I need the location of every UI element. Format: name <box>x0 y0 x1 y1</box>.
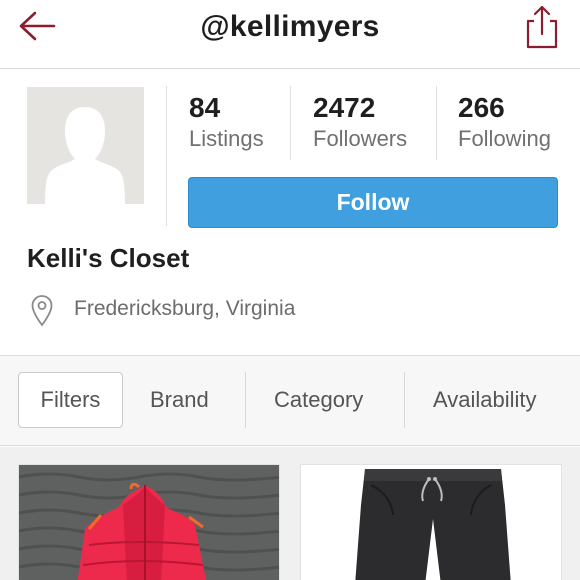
share-button[interactable] <box>522 4 562 50</box>
listing-card[interactable] <box>300 464 562 580</box>
page-title: @kellimyers <box>200 10 380 43</box>
top-nav-bar: @kellimyers <box>0 0 580 69</box>
category-filter[interactable]: Category <box>274 372 363 428</box>
listing-image-black-pants <box>301 465 561 580</box>
listing-card[interactable] <box>18 464 280 580</box>
stat-listings[interactable]: 84 Listings <box>189 92 264 153</box>
stat-following[interactable]: 266 Following <box>458 92 551 153</box>
filter-bar: Filters Brand Category Availability <box>0 356 580 446</box>
location-pin-icon <box>31 295 53 327</box>
stat-divider <box>290 86 291 160</box>
listings-label: Listings <box>189 126 264 151</box>
follow-button[interactable]: Follow <box>188 177 558 228</box>
filter-divider <box>404 372 405 428</box>
avatar-divider <box>166 86 167 226</box>
filters-button[interactable]: Filters <box>18 372 123 428</box>
closet-name: Kelli's Closet <box>27 243 190 273</box>
listings-grid <box>0 447 580 580</box>
followers-count: 2472 <box>313 92 376 123</box>
profile-section: 84 Listings 2472 Followers 266 Following… <box>0 70 580 356</box>
filter-divider <box>245 372 246 428</box>
share-icon <box>526 5 558 49</box>
default-avatar-icon <box>27 87 144 204</box>
availability-filter[interactable]: Availability <box>433 372 537 428</box>
following-label: Following <box>458 126 551 151</box>
followers-label: Followers <box>313 126 408 151</box>
listings-count: 84 <box>189 92 221 123</box>
stat-followers[interactable]: 2472 Followers <box>313 92 407 153</box>
brand-filter[interactable]: Brand <box>150 372 209 428</box>
stat-divider <box>436 86 437 160</box>
location-text: Fredericksburg, Virginia <box>74 297 296 320</box>
avatar[interactable] <box>27 87 144 204</box>
listing-image-red-vest <box>19 465 279 580</box>
following-count: 266 <box>458 92 505 123</box>
